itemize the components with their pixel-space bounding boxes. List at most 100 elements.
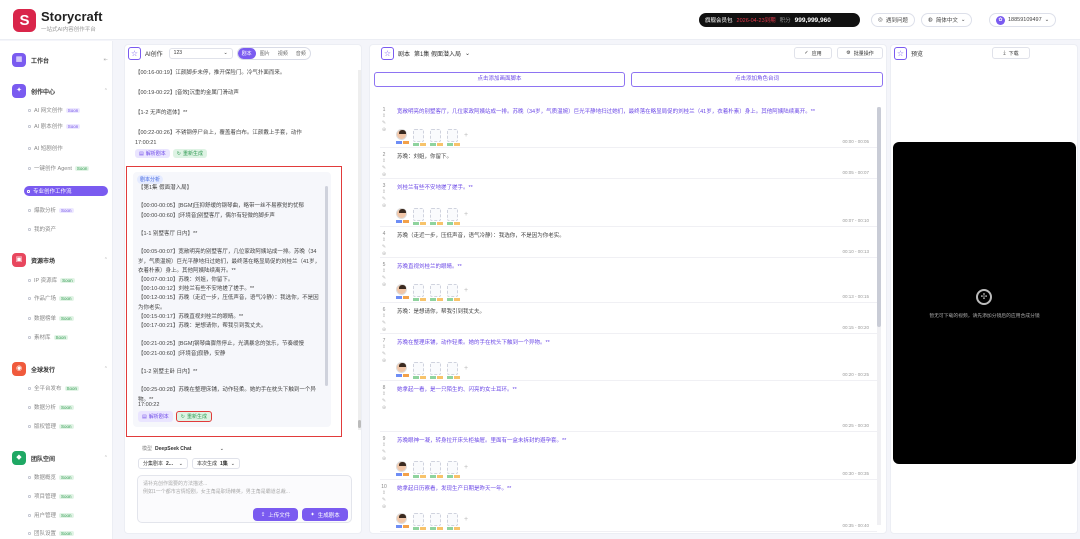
add-role-button[interactable]: 点击添加角色台词 bbox=[631, 72, 883, 87]
sidebar-item-workspace[interactable]: ▦ 工作台 ⇤ bbox=[12, 53, 108, 67]
empty-slot[interactable] bbox=[430, 513, 443, 530]
generate-count-select[interactable]: 本次生成 1集 ⌄ bbox=[192, 458, 240, 469]
sidebar-item-0-4[interactable]: 专业创作工作流 bbox=[24, 186, 108, 196]
empty-slot[interactable] bbox=[447, 208, 460, 225]
empty-slot[interactable] bbox=[413, 513, 426, 530]
sidebar-item-0-5[interactable]: 爆款分析 Soon bbox=[28, 205, 108, 215]
scene-text[interactable]: 苏晚（走近一步，压低声音，语气冷静）：我选你，不是因为你老实。 bbox=[397, 231, 565, 239]
batch-button[interactable]: ⚙ 批量操作 bbox=[837, 47, 883, 59]
empty-slot[interactable] bbox=[447, 513, 460, 530]
drag-handle-icon[interactable]: ⇕ ✎ ⊕ bbox=[380, 113, 388, 134]
scene-row[interactable]: 4 ⇕ ✎ ⊕ 苏晚（走近一步，压低声音，语气冷静）：我选你，不是因为你老实。 00:… bbox=[380, 229, 877, 258]
drag-handle-icon[interactable]: ⇕ ✎ ⊕ bbox=[380, 237, 388, 258]
empty-slot[interactable] bbox=[447, 362, 460, 379]
character-slot[interactable] bbox=[396, 284, 409, 301]
scene-row[interactable]: 1 ⇕ ✎ ⊕ 宽敞明亮的别墅客厅，几位家政阿姨站成一排。苏晚（34岁，气质温婉）巨光… bbox=[380, 105, 877, 148]
sidebar-item-0-3[interactable]: 一键创作 Agent Soon bbox=[28, 163, 108, 173]
script-scrollbar-thumb[interactable] bbox=[877, 107, 881, 327]
plus-icon[interactable]: + bbox=[464, 513, 468, 530]
scene-row[interactable]: 9 ⇕ ✎ ⊕ 苏晚眼神一凝，转身拉开床头柜抽屉。里面有一盒未拆封的避孕套。** + … bbox=[380, 434, 877, 480]
episode-select[interactable]: 第1集 假面潜入局 bbox=[414, 49, 461, 58]
character-slot[interactable] bbox=[396, 513, 409, 530]
scene-text[interactable]: 苏晚直视刘桂兰的眼睛。** bbox=[397, 262, 462, 270]
upload-file-button[interactable]: ⇪ 上传文件 bbox=[253, 508, 298, 521]
plus-icon[interactable]: + bbox=[464, 208, 468, 225]
download-button[interactable]: ⤓ 下载 bbox=[992, 47, 1030, 59]
empty-slot[interactable] bbox=[430, 461, 443, 478]
help-button[interactable]: ◎ 遇到问题 bbox=[871, 13, 915, 27]
scene-text[interactable]: 她拿起日历察看，发现生产日期是昨天一年。** bbox=[397, 484, 511, 492]
sidebar-group-0[interactable]: ✦ 创作中心 ⌃ bbox=[12, 84, 108, 98]
app-logo[interactable]: S bbox=[13, 9, 36, 32]
sidebar-item-0-2[interactable]: AI 短剧创作 bbox=[28, 143, 108, 153]
empty-slot[interactable] bbox=[430, 284, 443, 301]
sidebar-item-1-0[interactable]: IP 资源库 Soon bbox=[28, 275, 108, 285]
sidebar-item-2-2[interactable]: 版权管理 Soon bbox=[28, 421, 108, 431]
drag-handle-icon[interactable]: ⇕ ✎ ⊕ bbox=[380, 344, 388, 365]
project-select[interactable]: 123 ⌄ bbox=[168, 47, 233, 59]
sidebar-item-2-1[interactable]: 数据分析 Soon bbox=[28, 402, 108, 412]
scene-select[interactable]: 分集剧本 2... ⌄ bbox=[138, 458, 188, 469]
model-select[interactable]: 模型 DeepSeek Chat ⌄ bbox=[138, 443, 228, 454]
drag-handle-icon[interactable]: ⇕ ✎ ⊕ bbox=[380, 490, 388, 511]
mode-tab-1[interactable]: 图片 bbox=[256, 48, 274, 59]
drag-handle-icon[interactable]: ⇕ ✎ ⊕ bbox=[380, 268, 388, 289]
scene-text[interactable]: 宽敞明亮的别墅客厅，几位家政阿姨站成一排。苏晚（34岁，气质温婉）巨光平静地扫过… bbox=[397, 107, 815, 115]
generate-script-button[interactable]: ✦ 生成剧本 bbox=[302, 508, 348, 521]
sidebar-item-3-3[interactable]: 团队设置 Soon bbox=[28, 528, 108, 538]
apply-button[interactable]: ✓ 应用 bbox=[794, 47, 832, 59]
drag-handle-icon[interactable]: ⇕ ✎ ⊕ bbox=[380, 391, 388, 412]
vip-badge[interactable]: 旗舰会员包 2026-04-23到期 积分 999,999,960 bbox=[699, 13, 860, 27]
plus-icon[interactable]: + bbox=[464, 284, 468, 301]
empty-slot[interactable] bbox=[413, 461, 426, 478]
mode-tab-0[interactable]: 剧本 bbox=[237, 47, 256, 59]
empty-slot[interactable] bbox=[413, 208, 426, 225]
sidebar-item-0-1[interactable]: AI 剧本创作 Soon bbox=[28, 121, 108, 131]
empty-slot[interactable] bbox=[447, 284, 460, 301]
scene-text[interactable]: 她拿起一看，是一只陌生的、闪亮的女士耳环。** bbox=[397, 385, 517, 393]
scene-text[interactable]: 苏晚：刘姐，你留下。 bbox=[397, 152, 452, 160]
empty-slot[interactable] bbox=[413, 129, 426, 146]
empty-slot[interactable] bbox=[447, 461, 460, 478]
mode-tab-2[interactable]: 视频 bbox=[274, 48, 292, 59]
sidebar-item-1-1[interactable]: 作品广场 Soon bbox=[28, 293, 108, 303]
sidebar-group-1[interactable]: ▣ 资源市场 ⌃ bbox=[12, 253, 108, 267]
mode-tab-3[interactable]: 音频 bbox=[292, 48, 310, 59]
collapse-icon[interactable]: ⇤ bbox=[104, 57, 108, 63]
regenerate-button[interactable]: ↻ 重新生成 bbox=[175, 411, 212, 422]
character-slot[interactable] bbox=[396, 362, 409, 379]
plus-icon[interactable]: + bbox=[464, 129, 468, 146]
sidebar-item-3-2[interactable]: 用户管理 Soon bbox=[28, 510, 108, 520]
scene-row[interactable]: 7 ⇕ ✎ ⊕ 苏晚在整理床铺，动作轻柔。她的手在枕头下触到一个异物。** + 00:… bbox=[380, 336, 877, 381]
regenerate-button[interactable]: ↻ 重新生成 bbox=[172, 149, 207, 158]
scene-row[interactable]: 5 ⇕ ✎ ⊕ 苏晚直视刘桂兰的眼睛。** + 00:13 - 00:15 bbox=[380, 260, 877, 303]
sidebar-group-3[interactable]: ◆ 团队空间 ⌃ bbox=[12, 451, 108, 465]
parse-script-button[interactable]: ▤ 解析剧本 bbox=[135, 149, 170, 158]
scene-row[interactable]: 3 ⇕ ✎ ⊕ 刘桂兰有些不安地搓了搓手。** + 00:07 - 00:10 bbox=[380, 181, 877, 227]
sidebar-item-1-2[interactable]: 数据榜单 Soon bbox=[28, 313, 108, 323]
empty-slot[interactable] bbox=[430, 129, 443, 146]
character-slot[interactable] bbox=[396, 129, 409, 146]
drag-handle-icon[interactable]: ⇕ ✎ ⊕ bbox=[380, 158, 388, 179]
sidebar-item-2-0[interactable]: 全平台发布 Soon bbox=[28, 383, 108, 393]
sidebar-item-1-3[interactable]: 素材库 Soon bbox=[28, 332, 108, 342]
plus-icon[interactable]: + bbox=[464, 362, 468, 379]
sidebar-item-3-1[interactable]: 项目管理 Soon bbox=[28, 491, 108, 501]
empty-slot[interactable] bbox=[413, 362, 426, 379]
scene-row[interactable]: 8 ⇕ ✎ ⊕ 她拿起一看，是一只陌生的、闪亮的女士耳环。** 00:25 - 00:… bbox=[380, 383, 877, 432]
sidebar-item-0-6[interactable]: 我的资产 bbox=[28, 224, 108, 234]
drag-handle-icon[interactable]: ⇕ ✎ ⊕ bbox=[380, 313, 388, 334]
character-slot[interactable] bbox=[396, 461, 409, 478]
plus-icon[interactable]: + bbox=[464, 461, 468, 478]
empty-slot[interactable] bbox=[413, 284, 426, 301]
empty-slot[interactable] bbox=[430, 362, 443, 379]
scene-row[interactable]: 2 ⇕ ✎ ⊕ 苏晚：刘姐，你留下。 00:05 - 00:07 bbox=[380, 150, 877, 179]
scene-row[interactable]: 10 ⇕ ✎ ⊕ 她拿起日历察看，发现生产日期是昨天一年。** + 00:35 - 0… bbox=[380, 482, 877, 532]
sidebar-item-0-0[interactable]: AI 网文创作 Soon bbox=[28, 105, 108, 115]
drag-handle-icon[interactable]: ⇕ ✎ ⊕ bbox=[380, 189, 388, 210]
user-menu[interactable]: ✿ 18859109497 ⌄ bbox=[989, 13, 1057, 27]
empty-slot[interactable] bbox=[447, 129, 460, 146]
panel-scrollbar-thumb[interactable] bbox=[358, 420, 361, 428]
sidebar-group-2[interactable]: ◉ 全球发行 ⌃ bbox=[12, 362, 108, 376]
message-scrollbar[interactable] bbox=[325, 186, 328, 386]
